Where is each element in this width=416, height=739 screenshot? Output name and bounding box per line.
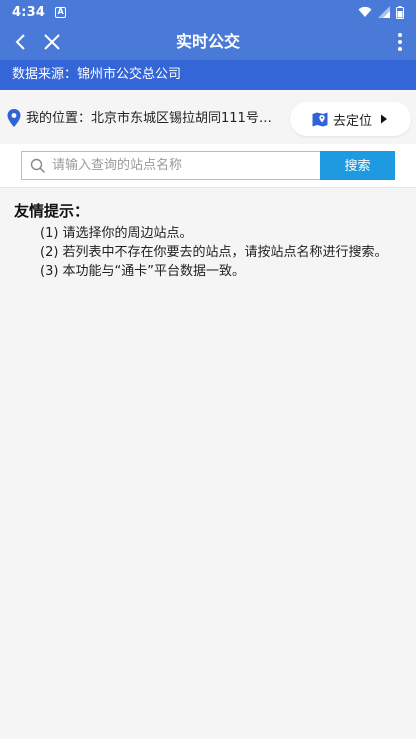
search-area: 搜索 bbox=[0, 144, 416, 188]
locate-button[interactable]: 去定位 bbox=[290, 102, 411, 136]
accessibility-badge-icon: A bbox=[55, 6, 67, 18]
search-icon bbox=[30, 158, 46, 174]
tip-item: (2) 若列表中不存在你要去的站点，请按站点名称进行搜索。 bbox=[40, 245, 388, 260]
search-button[interactable]: 搜索 bbox=[320, 151, 395, 180]
tip-item: (3) 本功能与“通卡”平台数据一致。 bbox=[40, 264, 246, 279]
tips-heading: 友情提示： bbox=[14, 202, 90, 220]
locate-button-label: 去定位 bbox=[333, 113, 373, 129]
signal-icon bbox=[378, 6, 390, 18]
status-bar: 4:34 A bbox=[0, 0, 416, 24]
page-title: 实时公交 bbox=[175, 32, 240, 51]
map-icon bbox=[312, 112, 328, 127]
battery-icon bbox=[396, 5, 404, 19]
more-icon[interactable] bbox=[390, 30, 410, 54]
tip-item: (1) 请选择你的周边站点。 bbox=[40, 226, 193, 241]
wifi-icon bbox=[358, 6, 372, 17]
location-pin-icon bbox=[7, 109, 21, 127]
nav-bar: 实时公交 bbox=[0, 24, 416, 60]
caret-right-icon bbox=[381, 114, 388, 124]
search-input[interactable] bbox=[52, 152, 318, 179]
my-location-text: 我的位置：北京市东城区锡拉胡同111号靠近北京市东城区 bbox=[26, 111, 284, 126]
status-time: 4:34 bbox=[12, 4, 46, 20]
search-box bbox=[21, 151, 321, 180]
tips-section: 友情提示： (1) 请选择你的周边站点。 (2) 若列表中不存在你要去的站点，请… bbox=[14, 200, 404, 281]
data-source-bar: 数据来源：锦州市公交总公司 bbox=[0, 60, 416, 90]
status-icons bbox=[358, 5, 404, 19]
